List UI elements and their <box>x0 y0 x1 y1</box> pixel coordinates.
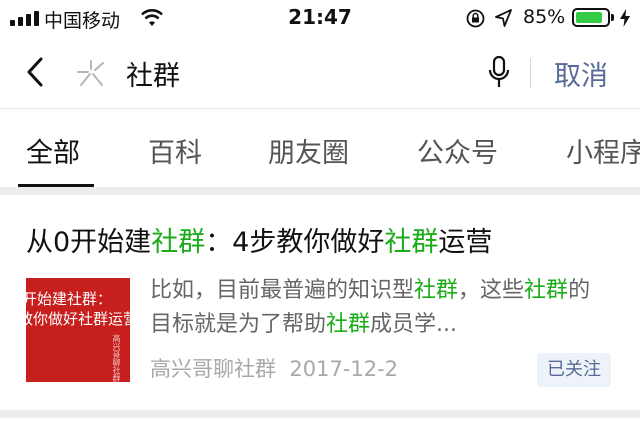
battery-percent: 85% <box>523 6 566 28</box>
battery-fill <box>576 12 602 23</box>
tab-moments[interactable]: 朋友圈 <box>268 131 349 170</box>
back-arrow-icon[interactable] <box>24 56 46 88</box>
cancel-button[interactable]: 取消 <box>554 54 608 93</box>
thumbnail-subheadline: 教你做好社群运营 <box>26 310 130 328</box>
tab-encyclopedia[interactable]: 百科 <box>148 131 202 170</box>
snippet-keyword: 社群 <box>414 278 459 303</box>
snippet-keyword: 社群 <box>326 312 371 337</box>
article-thumbnail[interactable]: 开始建社群： 教你做好社群运营 高兴哥聊社群 <box>26 278 130 382</box>
battery-cap <box>611 14 614 21</box>
location-icon <box>495 9 512 27</box>
microphone-icon[interactable] <box>488 55 510 89</box>
snippet-text: 成员学... <box>370 312 458 337</box>
tab-all[interactable]: 全部 <box>26 131 80 170</box>
status-bar: 中国移动 21:47 85% <box>0 0 640 36</box>
title-keyword: 社群 <box>151 227 206 258</box>
thumbnail-caption: 高兴哥聊社群 <box>112 334 121 382</box>
search-logo-icon <box>77 60 104 86</box>
result-date: 2017-12-2 <box>289 357 399 381</box>
tab-mini-programs[interactable]: 小程序 <box>566 131 640 170</box>
snippet-text: ，这些 <box>458 278 525 303</box>
followed-badge[interactable]: 已关注 <box>537 353 611 387</box>
result-source[interactable]: 高兴哥聊社群 <box>150 357 276 381</box>
result-snippet: 比如，目前最普遍的知识型社群，这些社群的目标就是为了帮助社群成员学... <box>150 274 610 342</box>
tab-official-accounts[interactable]: 公众号 <box>417 131 498 170</box>
title-text: 运营 <box>438 227 493 258</box>
search-separator <box>530 58 531 88</box>
search-result-card[interactable]: 从0开始建社群：4步教你做好社群运营 开始建社群： 教你做好社群运营 高兴哥聊社… <box>0 195 640 410</box>
snippet-keyword: 社群 <box>524 278 569 303</box>
snippet-text: 比如，目前最普遍的知识型 <box>150 278 415 303</box>
title-text: ：4步教你做好 <box>205 227 385 258</box>
orientation-lock-icon <box>466 9 485 28</box>
title-text: 从0开始建 <box>26 227 152 258</box>
section-gap <box>0 187 640 195</box>
result-title[interactable]: 从0开始建社群：4步教你做好社群运营 <box>26 220 492 259</box>
thumbnail-headline: 开始建社群： <box>26 290 113 308</box>
battery-icon <box>572 8 610 27</box>
result-meta: 高兴哥聊社群 2017-12-2 <box>150 353 398 383</box>
next-result-edge <box>0 418 640 431</box>
search-input[interactable]: 社群 <box>126 54 180 93</box>
charging-icon <box>620 9 630 27</box>
title-keyword: 社群 <box>384 227 439 258</box>
category-tabs: 全部 百科 朋友圈 公众号 小程序 <box>0 109 640 187</box>
search-bar: 社群 取消 <box>0 36 640 108</box>
